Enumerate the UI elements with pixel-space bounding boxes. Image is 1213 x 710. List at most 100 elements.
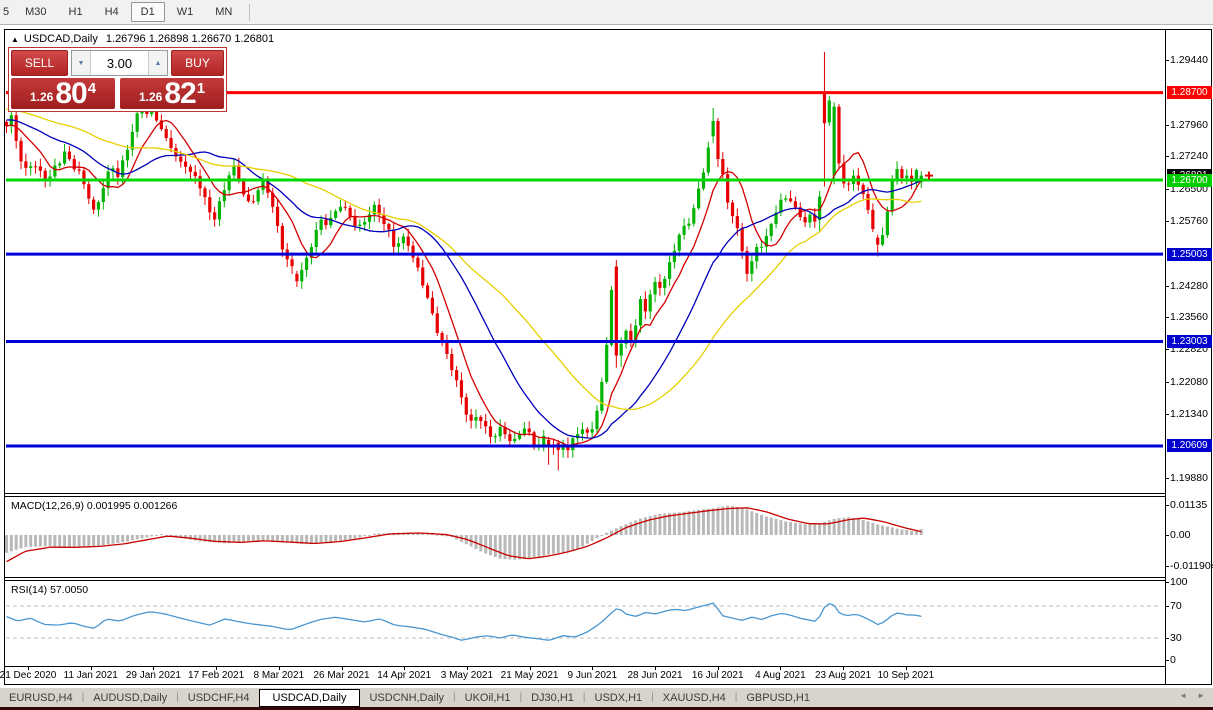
chart-tab-xauusd[interactable]: XAUUSD,H4 xyxy=(654,690,735,706)
trade-widget-row2: 1.26 80 4 1.26 82 1 xyxy=(11,78,224,109)
macd-axis-label: 0.00 xyxy=(1170,529,1190,541)
date-axis-label: 28 Jun 2021 xyxy=(622,670,688,681)
price-axis-badge: 1.28700 xyxy=(1167,86,1212,99)
chart-tab-gbpusd[interactable]: GBPUSD,H1 xyxy=(737,690,819,706)
macd-axis-tick xyxy=(1165,566,1169,567)
tab-scroll-right-icon[interactable]: ► xyxy=(1197,691,1205,700)
collapse-triangle-icon[interactable]: ▲ xyxy=(11,35,19,44)
price-axis-tick xyxy=(1165,317,1169,318)
date-axis-label: 21 May 2021 xyxy=(497,670,563,681)
timeframe-button-d1[interactable]: D1 xyxy=(131,2,165,22)
price-axis-tick xyxy=(1165,382,1169,383)
macd-label: MACD(12,26,9) 0.001995 0.001266 xyxy=(11,500,177,512)
date-axis-label: 14 Apr 2021 xyxy=(371,670,437,681)
date-axis-label: 29 Jan 2021 xyxy=(120,670,186,681)
macd-chart[interactable] xyxy=(5,497,1164,577)
chart-tab-usdx[interactable]: USDX,H1 xyxy=(586,690,652,706)
rsi-axis-label: 0 xyxy=(1170,654,1176,666)
volume-decrease-icon[interactable]: ▼ xyxy=(72,51,91,75)
panel-divider xyxy=(5,496,1165,497)
date-axis-label: 11 Jan 2021 xyxy=(58,670,124,681)
chart-tab-usdcad[interactable]: USDCAD,Daily xyxy=(259,689,361,707)
horizontal-lines-layer xyxy=(6,93,1163,446)
date-axis-tick xyxy=(153,667,154,670)
date-axis-label: 4 Aug 2021 xyxy=(747,670,813,681)
price-axis-badge: 1.26700 xyxy=(1167,174,1212,187)
date-axis-tick xyxy=(718,667,719,670)
sell-button[interactable]: SELL xyxy=(11,50,68,76)
price-axis-badge: 1.23003 xyxy=(1167,335,1212,348)
date-axis-tick xyxy=(467,667,468,670)
ma-slow-line xyxy=(7,109,922,409)
volume-increase-icon[interactable]: ▲ xyxy=(148,51,167,75)
macd-axis-tick xyxy=(1165,535,1169,536)
one-click-trade-widget: SELL ▼ 3.00 ▲ BUY 1.26 80 4 1.26 82 1 xyxy=(8,47,227,112)
date-axis-tick xyxy=(404,667,405,670)
rsi-axis-tick xyxy=(1165,606,1169,607)
rsi-axis-label: 70 xyxy=(1170,600,1182,612)
buy-price-prefix: 1.26 xyxy=(139,90,162,104)
price-axis-tick xyxy=(1165,125,1169,126)
date-axis-tick xyxy=(279,667,280,670)
timeframe-button-5[interactable]: 5 xyxy=(0,2,13,22)
price-axis-tick xyxy=(1165,221,1169,222)
tab-scroll-arrows: ◄ ► xyxy=(1179,691,1205,700)
chart-tab-audusd[interactable]: AUDUSD,Daily xyxy=(84,690,176,706)
date-axis-tick xyxy=(655,667,656,670)
date-axis-label: 17 Feb 2021 xyxy=(183,670,249,681)
timeframe-button-h1[interactable]: H1 xyxy=(59,2,93,22)
volume-stepper: ▼ 3.00 ▲ xyxy=(71,50,168,76)
sell-price-tile[interactable]: 1.26 80 4 xyxy=(11,78,115,109)
price-axis-label: 1.21340 xyxy=(1170,408,1208,420)
chart-tab-eurusd[interactable]: EURUSD,H4 xyxy=(0,690,82,706)
rsi-axis-label: 100 xyxy=(1170,576,1188,588)
price-axis-label: 1.27240 xyxy=(1170,150,1208,162)
rsi-axis-tick xyxy=(1165,582,1169,583)
timeframe-button-m30[interactable]: M30 xyxy=(15,2,56,22)
buy-price-big: 82 xyxy=(164,80,195,108)
timeframe-button-w1[interactable]: W1 xyxy=(167,2,204,22)
buy-button[interactable]: BUY xyxy=(171,50,224,76)
buy-price-tile[interactable]: 1.26 82 1 xyxy=(120,78,224,109)
macd-histogram xyxy=(5,506,923,560)
chart-tab-ukoil[interactable]: UKOil,H1 xyxy=(456,690,520,706)
volume-field[interactable]: 3.00 xyxy=(91,51,148,75)
ohlc-values: 1.26796 1.26898 1.26670 1.26801 xyxy=(106,33,274,45)
symbol-label: USDCAD,Daily xyxy=(24,33,98,45)
ask-price-marker xyxy=(925,172,933,180)
date-axis-label: 10 Sep 2021 xyxy=(873,670,939,681)
ma-mid-line xyxy=(7,120,922,438)
price-axis-tick xyxy=(1165,156,1169,157)
price-axis-label: 1.19880 xyxy=(1170,472,1208,484)
timeframe-button-mn[interactable]: MN xyxy=(205,2,242,22)
panel-divider xyxy=(5,493,1165,494)
timeframe-button-h4[interactable]: H4 xyxy=(95,2,129,22)
sell-price-pip: 4 xyxy=(88,80,96,97)
tab-scroll-left-icon[interactable]: ◄ xyxy=(1179,691,1187,700)
macd-axis-label: 0.01135 xyxy=(1170,499,1207,511)
date-axis-label: 16 Jul 2021 xyxy=(685,670,751,681)
date-axis-tick xyxy=(592,667,593,670)
rsi-line xyxy=(7,603,922,640)
price-axis-label: 1.27960 xyxy=(1170,119,1208,131)
rsi-chart[interactable] xyxy=(5,580,1164,666)
rsi-axis-label: 30 xyxy=(1170,632,1182,644)
toolbar-separator xyxy=(249,4,250,21)
date-axis-tick xyxy=(530,667,531,670)
date-axis-label: 3 May 2021 xyxy=(434,670,500,681)
panel-divider xyxy=(5,577,1165,578)
sell-price-prefix: 1.26 xyxy=(30,90,53,104)
price-axis-divider xyxy=(1165,29,1166,685)
date-axis-label: 8 Mar 2021 xyxy=(246,670,312,681)
price-axis-label: 1.24280 xyxy=(1170,280,1208,292)
rsi-axis-tick xyxy=(1165,638,1169,639)
chart-tab-usdchf[interactable]: USDCHF,H4 xyxy=(179,690,259,706)
moving-averages-layer xyxy=(7,109,922,445)
rsi-axis-tick xyxy=(1165,660,1169,661)
price-axis-tick xyxy=(1165,60,1169,61)
sell-price-big: 80 xyxy=(55,80,86,108)
chart-tab-usdcnh[interactable]: USDCNH,Daily xyxy=(360,690,453,706)
chart-symbol-header[interactable]: ▲ USDCAD,Daily 1.26796 1.26898 1.26670 1.2… xyxy=(11,33,274,45)
buy-price-pip: 1 xyxy=(197,80,205,97)
chart-tab-dj30[interactable]: DJ30,H1 xyxy=(522,690,583,706)
